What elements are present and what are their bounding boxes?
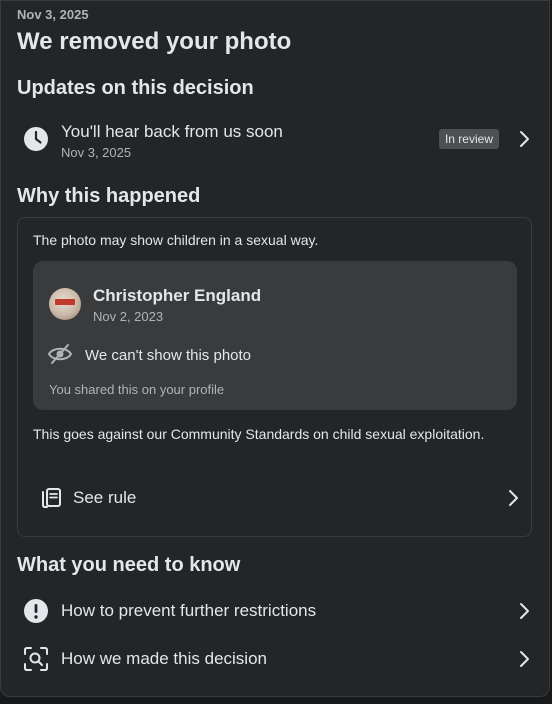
- see-rule-label: See rule: [73, 488, 137, 507]
- post-date: Nov 2, 2023: [93, 309, 164, 324]
- prevent-restrictions-row[interactable]: How to prevent further restrictions: [17, 589, 531, 633]
- alert-icon: [24, 599, 48, 623]
- rulebook-icon: [42, 488, 61, 508]
- chevron-right-icon: [520, 131, 529, 147]
- decision-date: Nov 3, 2025: [17, 7, 89, 22]
- violation-text: This goes against our Community Standard…: [33, 426, 485, 442]
- hidden-photo-label: We can't show this photo: [85, 347, 252, 364]
- prevent-restrictions-label: How to prevent further restrictions: [61, 601, 317, 620]
- update-status-row[interactable]: You'll hear back from us soon Nov 3, 202…: [17, 117, 531, 161]
- see-rule-button[interactable]: See rule: [33, 476, 520, 520]
- page-title: We removed your photo: [17, 28, 292, 55]
- post-author: Christopher England: [93, 286, 262, 305]
- decision-panel: Nov 3, 2025 We removed your photo Update…: [0, 0, 550, 697]
- chevron-right-icon: [520, 603, 529, 619]
- status-badge: In review: [438, 129, 499, 149]
- shared-note: You shared this on your profile: [49, 382, 225, 397]
- decision-process-row[interactable]: How we made this decision: [17, 637, 531, 681]
- chevron-right-icon: [520, 651, 529, 667]
- decision-process-label: How we made this decision: [61, 649, 267, 668]
- avatar: [49, 288, 81, 320]
- update-status-label: You'll hear back from us soon: [61, 122, 283, 141]
- inspect-icon: [24, 647, 48, 671]
- why-heading: Why this happened: [17, 185, 201, 207]
- update-status-date: Nov 3, 2025: [61, 145, 132, 160]
- clock-icon: [24, 127, 48, 151]
- updates-heading: Updates on this decision: [17, 77, 254, 99]
- know-heading: What you need to know: [17, 554, 241, 576]
- reason-text: The photo may show children in a sexual …: [33, 232, 319, 248]
- chevron-right-icon: [509, 490, 518, 506]
- eye-off-icon: [47, 344, 73, 364]
- removed-post-preview: Christopher England Nov 2, 2023 We can't…: [33, 261, 517, 410]
- reason-card: The photo may show children in a sexual …: [17, 217, 532, 537]
